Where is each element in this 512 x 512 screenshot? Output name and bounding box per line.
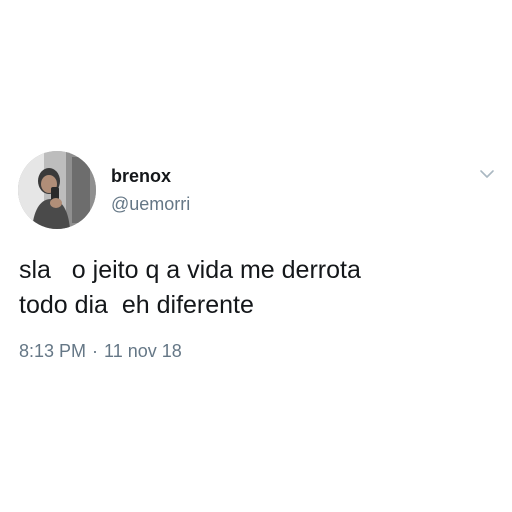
tweet-text: sla o jeito q a vida me derrota todo dia …	[19, 253, 489, 323]
tweet-time: 8:13 PM	[19, 341, 87, 361]
tweet-card: brenox @uemorri sla o jeito q a vida me …	[0, 0, 512, 512]
meta-separator: ·	[92, 341, 99, 361]
tweet-text-line: sla o jeito q a vida me derrota	[19, 256, 361, 284]
tweet-date: 11 nov 18	[104, 341, 182, 361]
tweet-text-line: todo dia eh diferente	[19, 291, 254, 319]
chevron-down-icon[interactable]	[477, 164, 497, 184]
avatar[interactable]	[18, 151, 96, 229]
profile-photo-icon	[18, 151, 96, 229]
display-name[interactable]: brenox	[111, 166, 171, 187]
tweet-timestamp[interactable]: 8:13 PM · 11 nov 18	[19, 341, 182, 362]
user-handle[interactable]: @uemorri	[111, 194, 190, 215]
